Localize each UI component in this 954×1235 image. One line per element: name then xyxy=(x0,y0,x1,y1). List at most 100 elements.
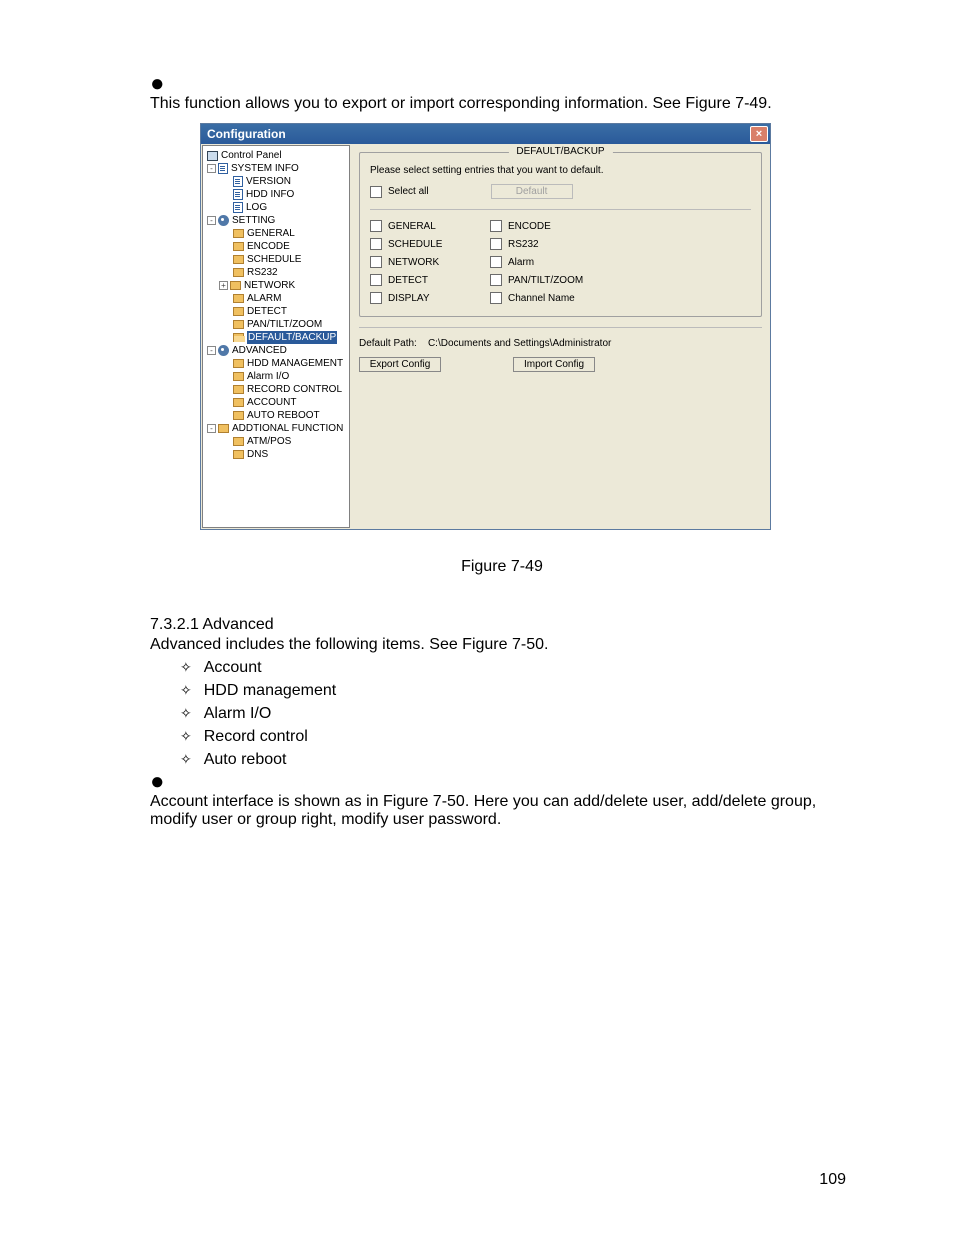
path-value: C:\Documents and Settings\Administrator xyxy=(428,338,611,349)
list-item: HDD management xyxy=(180,679,854,702)
folder-icon xyxy=(233,450,244,459)
tree-hdd-info[interactable]: HDD INFO xyxy=(205,188,347,201)
instruction-text: Please select setting entries that you w… xyxy=(370,165,751,176)
tree-schedule[interactable]: SCHEDULE xyxy=(205,253,347,266)
check-network[interactable]: NETWORK xyxy=(370,256,490,268)
sheet-icon xyxy=(233,176,243,187)
checkbox-icon xyxy=(490,238,502,250)
select-all-checkbox[interactable]: Select all xyxy=(370,186,429,198)
close-icon[interactable]: × xyxy=(750,126,768,142)
default-button[interactable]: Default xyxy=(491,184,573,199)
check-encode[interactable]: ENCODE xyxy=(490,220,650,232)
select-all-label: Select all xyxy=(388,186,429,197)
tree-detect[interactable]: DETECT xyxy=(205,305,347,318)
check-channel-name[interactable]: Channel Name xyxy=(490,292,650,304)
export-config-button[interactable]: Export Config xyxy=(359,357,441,372)
tree-root[interactable]: Control Panel xyxy=(205,149,347,162)
tree-system-info[interactable]: - SYSTEM INFO xyxy=(205,162,347,175)
expand-icon[interactable]: + xyxy=(219,281,228,290)
folder-icon xyxy=(233,294,244,303)
list-item: Alarm I/O xyxy=(180,702,854,725)
checkbox-icon xyxy=(370,256,382,268)
sheet-icon xyxy=(233,189,243,200)
check-rs232[interactable]: RS232 xyxy=(490,238,650,250)
tree-version[interactable]: VERSION xyxy=(205,175,347,188)
folder-icon xyxy=(233,307,244,316)
default-path-row: Default Path: C:\Documents and Settings\… xyxy=(359,338,762,349)
tree-auto-reboot[interactable]: AUTO REBOOT xyxy=(205,409,347,422)
tree-alarm-io[interactable]: Alarm I/O xyxy=(205,370,347,383)
folder-icon xyxy=(233,242,244,251)
default-backup-panel: DEFAULT/BACKUP Please select setting ent… xyxy=(351,144,770,529)
check-ptz[interactable]: PAN/TILT/ZOOM xyxy=(490,274,650,286)
folder-icon xyxy=(233,372,244,381)
check-display[interactable]: DISPLAY xyxy=(370,292,490,304)
figure-caption: Figure 7-49 xyxy=(150,558,854,576)
collapse-icon[interactable]: - xyxy=(207,216,216,225)
folder-open-icon xyxy=(233,333,244,342)
check-general[interactable]: GENERAL xyxy=(370,220,490,232)
gear-icon xyxy=(218,215,229,226)
tree-advanced[interactable]: - ADVANCED xyxy=(205,344,347,357)
checkbox-icon xyxy=(490,220,502,232)
collapse-icon[interactable]: - xyxy=(207,346,216,355)
tree-encode[interactable]: ENCODE xyxy=(205,240,347,253)
group-legend: DEFAULT/BACKUP xyxy=(508,146,612,157)
list-item: Auto reboot xyxy=(180,748,854,771)
folder-icon xyxy=(230,281,241,290)
tree-default-backup[interactable]: DEFAULT/BACKUP xyxy=(205,331,347,344)
tree-network[interactable]: +NETWORK xyxy=(205,279,347,292)
tree-hdd-mgmt[interactable]: HDD MANAGEMENT xyxy=(205,357,347,370)
tree-dns[interactable]: DNS xyxy=(205,448,347,461)
check-schedule[interactable]: SCHEDULE xyxy=(370,238,490,250)
check-alarm[interactable]: Alarm xyxy=(490,256,650,268)
sheet-icon xyxy=(233,202,243,213)
folder-icon xyxy=(233,411,244,420)
divider xyxy=(359,327,762,328)
default-backup-groupbox: DEFAULT/BACKUP Please select setting ent… xyxy=(359,152,762,317)
folder-icon xyxy=(233,437,244,446)
checkbox-icon xyxy=(490,256,502,268)
folder-icon xyxy=(233,268,244,277)
tree-setting[interactable]: - SETTING xyxy=(205,214,347,227)
checkbox-icon xyxy=(370,238,382,250)
figure-7-49: Configuration × Control Panel - SYSTEM I… xyxy=(200,123,854,530)
tree-additional-function[interactable]: - ADDTIONAL FUNCTION xyxy=(205,422,347,435)
config-tree[interactable]: Control Panel - SYSTEM INFO VERSION HDD … xyxy=(202,145,350,528)
collapse-icon[interactable]: - xyxy=(207,424,216,433)
window-titlebar[interactable]: Configuration × xyxy=(201,124,770,144)
tree-atm-pos[interactable]: ATM/POS xyxy=(205,435,347,448)
checkbox-icon xyxy=(370,220,382,232)
checkbox-icon xyxy=(490,274,502,286)
section-heading-advanced: 7.3.2.1 Advanced xyxy=(150,616,854,634)
tree-account[interactable]: ACCOUNT xyxy=(205,396,347,409)
tree-alarm[interactable]: ALARM xyxy=(205,292,347,305)
advanced-items-list: Account HDD management Alarm I/O Record … xyxy=(150,656,854,771)
import-config-button[interactable]: Import Config xyxy=(513,357,595,372)
folder-icon xyxy=(233,359,244,368)
bullet-dot: ● xyxy=(150,777,854,787)
tree-rs232[interactable]: RS232 xyxy=(205,266,347,279)
folder-icon xyxy=(233,255,244,264)
configuration-window: Configuration × Control Panel - SYSTEM I… xyxy=(200,123,771,530)
advanced-intro: Advanced includes the following items. S… xyxy=(150,636,854,654)
intro-text: This function allows you to export or im… xyxy=(150,93,854,115)
folder-icon xyxy=(233,385,244,394)
checkbox-icon xyxy=(370,186,382,198)
folder-icon xyxy=(233,398,244,407)
account-paragraph: Account interface is shown as in Figure … xyxy=(150,793,854,829)
checkbox-icon xyxy=(490,292,502,304)
list-item: Record control xyxy=(180,725,854,748)
tree-log[interactable]: LOG xyxy=(205,201,347,214)
window-title: Configuration xyxy=(207,127,286,141)
folder-icon xyxy=(233,320,244,329)
path-label: Default Path: xyxy=(359,338,417,349)
check-detect[interactable]: DETECT xyxy=(370,274,490,286)
collapse-icon[interactable]: - xyxy=(207,164,216,173)
tree-general[interactable]: GENERAL xyxy=(205,227,347,240)
sheet-icon xyxy=(218,163,228,174)
tree-record-control[interactable]: RECORD CONTROL xyxy=(205,383,347,396)
folder-icon xyxy=(218,424,229,433)
tree-ptz[interactable]: PAN/TILT/ZOOM xyxy=(205,318,347,331)
divider xyxy=(370,209,751,210)
